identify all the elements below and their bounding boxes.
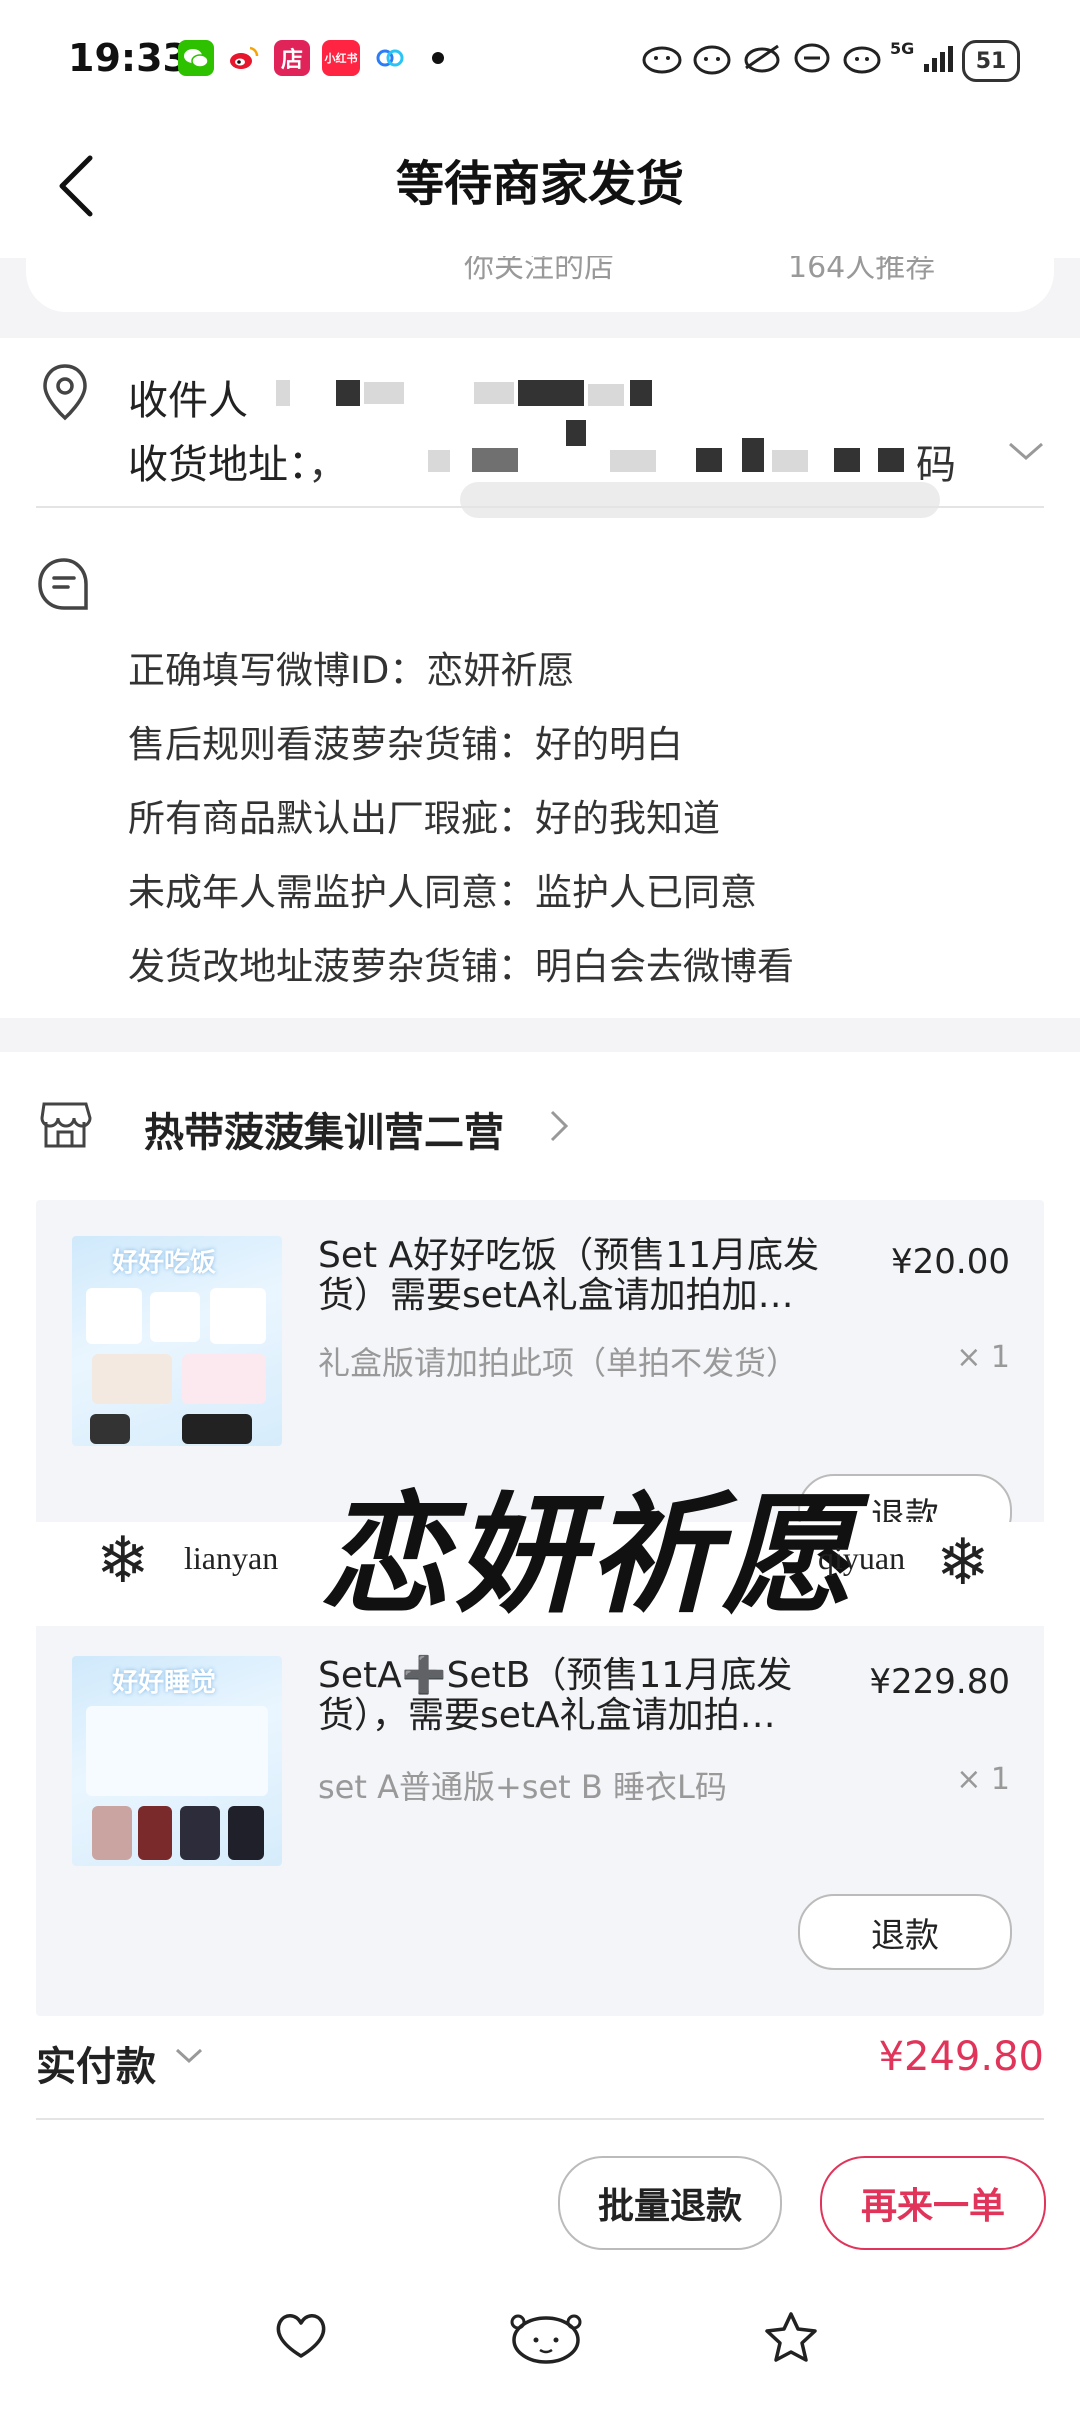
xiaohongshu-icon: 小红书 (322, 40, 360, 76)
product-price: ¥20.00 (891, 1242, 1010, 1282)
snowflake-icon: ❄ (936, 1526, 990, 1600)
alarm-sticker-icon (693, 45, 731, 75)
mute-sticker-icon (744, 44, 780, 73)
product-quantity: × 1 (956, 1340, 1010, 1375)
vibrate-sticker-icon (794, 43, 830, 73)
watermark-right-text: qiyuan (818, 1540, 906, 1576)
note-line: 售后规则看菠萝杂货铺：好的明白 (128, 723, 683, 766)
redacted-block (742, 438, 764, 472)
redacted-block (630, 380, 652, 406)
chevron-down-icon[interactable] (174, 2046, 204, 2070)
total-amount: ¥249.80 (878, 2034, 1044, 2080)
redacted-block (276, 380, 290, 406)
redacted-block (472, 448, 518, 472)
chevron-down-icon (1009, 442, 1043, 460)
note-line: 未成年人需监护人同意：监护人已同意 (128, 871, 757, 914)
thumbnail-product-shape (150, 1292, 200, 1342)
redacted-block (696, 448, 722, 472)
bluetooth-sticker-icon (642, 46, 682, 74)
product-title[interactable]: SetA➕SetB（预售11月底发货），需要setA礼盒请加拍… (318, 1656, 858, 1736)
redacted-block (878, 448, 904, 472)
note-icon (36, 556, 92, 616)
redacted-block (610, 450, 656, 472)
redacted-smudge (460, 482, 940, 518)
status-right-icons: 5G (640, 38, 1014, 78)
thumbnail-photo-shape (228, 1806, 264, 1860)
store-icon (38, 1100, 92, 1154)
recipient-label: 收件人 (128, 378, 248, 424)
recommend-count-text: 164人推荐 (788, 256, 936, 285)
xhs-icon-label: 小红书 (324, 52, 358, 65)
shop-name-link[interactable]: 热带菠菠集训营二营 (144, 1100, 504, 1158)
wechat-icon (178, 40, 214, 76)
thumbnail-photo-shape (92, 1806, 132, 1860)
thumbnail-product-shape (92, 1354, 172, 1404)
thumbnail-photo-shape (180, 1806, 220, 1860)
thumbnail-title: 好好睡觉 (112, 1668, 217, 1698)
redacted-block (566, 420, 586, 446)
product-spec: set A普通版+set B 睡衣L码 (318, 1768, 727, 1806)
note-line: 发货改地址菠萝杂货铺：明白会去微博看 (128, 945, 794, 988)
thumbnail-photo-shape (138, 1806, 172, 1860)
thumbnail-product-shape (182, 1354, 266, 1404)
product-price: ¥229.80 (869, 1662, 1010, 1702)
page-title: 等待商家发货 (395, 156, 684, 212)
thumbnail-title: 好好吃饭 (112, 1248, 217, 1278)
network-type: 5G (890, 38, 915, 58)
note-line: 所有商品默认出厂瑕疵：好的我知道 (128, 797, 720, 840)
redacted-block (834, 448, 860, 472)
product-spec: 礼盒版请加拍此项（单拍不发货） (318, 1344, 799, 1382)
refund-button[interactable]: 退款 (798, 1894, 1012, 1970)
total-divider (36, 2118, 1044, 2120)
weibo-icon (226, 40, 262, 76)
address-label: 收货地址： (128, 442, 308, 488)
store-icon-label: 店 (280, 48, 303, 73)
thumbnail-photo-shape (90, 1414, 130, 1444)
redacted-block (428, 450, 450, 472)
heart-icon[interactable] (272, 2310, 330, 2366)
recipient-line: 收件人 (128, 368, 248, 426)
product-title[interactable]: Set A好好吃饭（预售11月底发货）需要setA礼盒请加拍加… (318, 1236, 858, 1316)
status-time: 19:33 (68, 36, 189, 80)
notification-dot (432, 52, 444, 64)
battery-level: 51 (975, 48, 1007, 74)
thumbnail-product-shape (86, 1288, 142, 1344)
product-thumbnail[interactable]: 好好睡觉 (72, 1656, 282, 1866)
recommend-card[interactable]: 你关注的店 164人推荐 (26, 256, 1054, 312)
followed-store-text: 你关注的店 (464, 256, 614, 285)
address-divider (36, 506, 1044, 508)
address-comma: ， (308, 442, 348, 488)
redacted-block (588, 384, 624, 406)
redacted-block (364, 382, 404, 404)
address-line: 收货地址：， (128, 432, 348, 490)
store-icon: 店 (274, 40, 310, 76)
batch-refund-button[interactable]: 批量退款 (558, 2156, 782, 2250)
total-label[interactable]: 实付款 (36, 2034, 156, 2092)
snowflake-icon: ❄ (96, 1524, 150, 1598)
signal-icon (924, 46, 954, 72)
watermark-text: 恋妍祈愿 (320, 1478, 857, 1631)
battery-indicator: 51 (962, 40, 1020, 82)
watermark-left-text: lianyan (184, 1540, 279, 1576)
star-icon[interactable] (762, 2310, 820, 2370)
reorder-button[interactable]: 再来一单 (820, 2156, 1046, 2250)
baidu-cloud-icon (372, 40, 408, 76)
thumbnail-text-panel (86, 1706, 268, 1796)
redacted-block (474, 382, 514, 404)
product-quantity: × 1 (956, 1762, 1010, 1797)
note-line: 正确填写微博ID：恋妍祈愿 (128, 649, 575, 692)
location-pin-icon (40, 362, 90, 428)
thumbnail-photo-shape (182, 1414, 252, 1444)
redacted-block (336, 380, 360, 406)
redacted-block (772, 450, 808, 472)
thumbnail-product-shape (210, 1288, 266, 1344)
redacted-block (518, 380, 584, 406)
address-expand-button[interactable] (1006, 440, 1046, 468)
face-icon[interactable] (508, 2310, 584, 2370)
product-thumbnail[interactable]: 好好吃饭 (72, 1236, 282, 1446)
chevron-right-icon[interactable] (548, 1108, 570, 1148)
hd-sticker-icon (843, 46, 881, 74)
